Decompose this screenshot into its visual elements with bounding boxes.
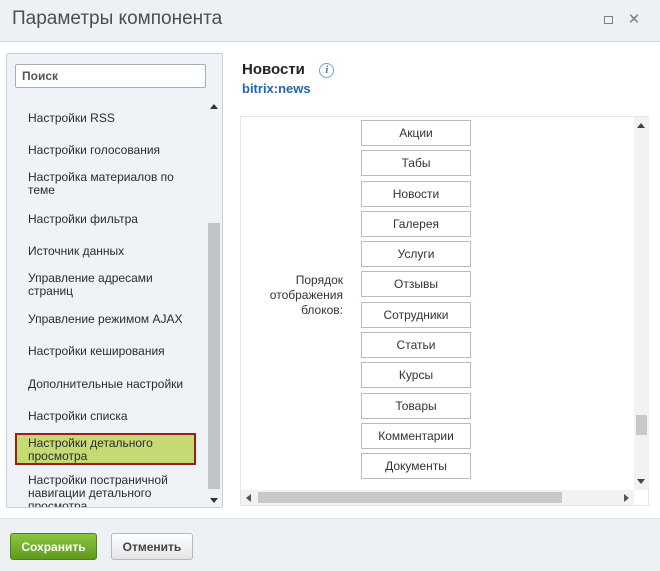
scroll-down-icon[interactable]: [210, 498, 218, 503]
list-item-related-materials[interactable]: Настройка материалов по теме: [17, 171, 197, 197]
block-item-news[interactable]: Новости: [361, 180, 471, 207]
content-vertical-scrollbar[interactable]: [634, 117, 649, 490]
block-item-products[interactable]: Товары: [361, 392, 471, 419]
block-item-articles[interactable]: Статьи: [361, 332, 471, 359]
block-item-tabs[interactable]: Табы: [361, 150, 471, 177]
component-code: bitrix:news: [242, 81, 311, 96]
window-title: Параметры компонента: [12, 8, 223, 29]
maximize-icon[interactable]: [600, 12, 616, 28]
title-bar: Параметры компонента ✕: [0, 0, 660, 42]
component-title: Новости: [242, 61, 305, 78]
block-item-courses[interactable]: Курсы: [361, 362, 471, 389]
sections-list: Настройки RSS Настройки голосования Наст…: [7, 98, 206, 508]
info-icon[interactable]: i: [319, 63, 335, 78]
list-item-voting[interactable]: Настройки голосования: [17, 144, 197, 157]
sidebar-scrollbar[interactable]: [206, 98, 222, 507]
block-item-akcii[interactable]: Акции: [361, 120, 471, 146]
cancel-button[interactable]: Отменить: [111, 533, 193, 560]
scroll-left-icon[interactable]: [246, 494, 251, 502]
scroll-up-icon[interactable]: [637, 123, 645, 128]
sections-panel: Настройки RSS Настройки голосования Наст…: [6, 53, 223, 508]
list-item-page-urls[interactable]: Управление адресами страниц: [17, 272, 197, 298]
scroll-thumb[interactable]: [636, 415, 647, 435]
block-item-services[interactable]: Услуги: [361, 241, 471, 268]
block-item-comments[interactable]: Комментарии: [361, 422, 471, 449]
blocks-order-list: Акции Табы Новости Галерея Услуги Отзывы…: [361, 120, 471, 484]
list-item-ajax[interactable]: Управление режимом AJAX: [17, 313, 197, 326]
parameters-area: Порядок отображения блоков: Акции Табы Н…: [240, 116, 649, 506]
content-horizontal-scrollbar[interactable]: [241, 490, 634, 505]
scroll-thumb[interactable]: [258, 492, 562, 503]
list-item-data-source[interactable]: Источник данных: [17, 245, 197, 258]
list-item-detail-pagination[interactable]: Настройки постраничной навигации детальн…: [17, 474, 197, 508]
block-item-documents[interactable]: Документы: [361, 453, 471, 480]
save-button[interactable]: Сохранить: [10, 533, 97, 560]
scroll-up-icon[interactable]: [210, 104, 218, 109]
block-item-reviews[interactable]: Отзывы: [361, 271, 471, 298]
order-label: Порядок отображения блоков:: [269, 273, 343, 317]
dialog-footer: Сохранить Отменить: [0, 518, 660, 571]
list-item-filter[interactable]: Настройки фильтра: [17, 213, 197, 226]
dialog-body: Настройки RSS Настройки голосования Наст…: [0, 43, 660, 518]
list-item-detail-view[interactable]: Настройки детального просмотра: [15, 433, 196, 465]
scroll-right-icon[interactable]: [624, 494, 629, 502]
component-header: Новости i bitrix:news: [242, 61, 335, 96]
block-item-gallery[interactable]: Галерея: [361, 210, 471, 237]
close-icon[interactable]: ✕: [626, 12, 642, 28]
list-item-additional[interactable]: Дополнительные настройки: [17, 378, 197, 391]
list-item-rss[interactable]: Настройки RSS: [17, 112, 197, 125]
list-item-caching[interactable]: Настройки кеширования: [17, 345, 197, 358]
scroll-thumb[interactable]: [208, 223, 220, 489]
search-area: [7, 54, 222, 98]
list-item-list-settings[interactable]: Настройки списка: [17, 410, 197, 423]
search-input[interactable]: [15, 64, 206, 88]
block-item-staff[interactable]: Сотрудники: [361, 301, 471, 328]
scroll-down-icon[interactable]: [637, 479, 645, 484]
